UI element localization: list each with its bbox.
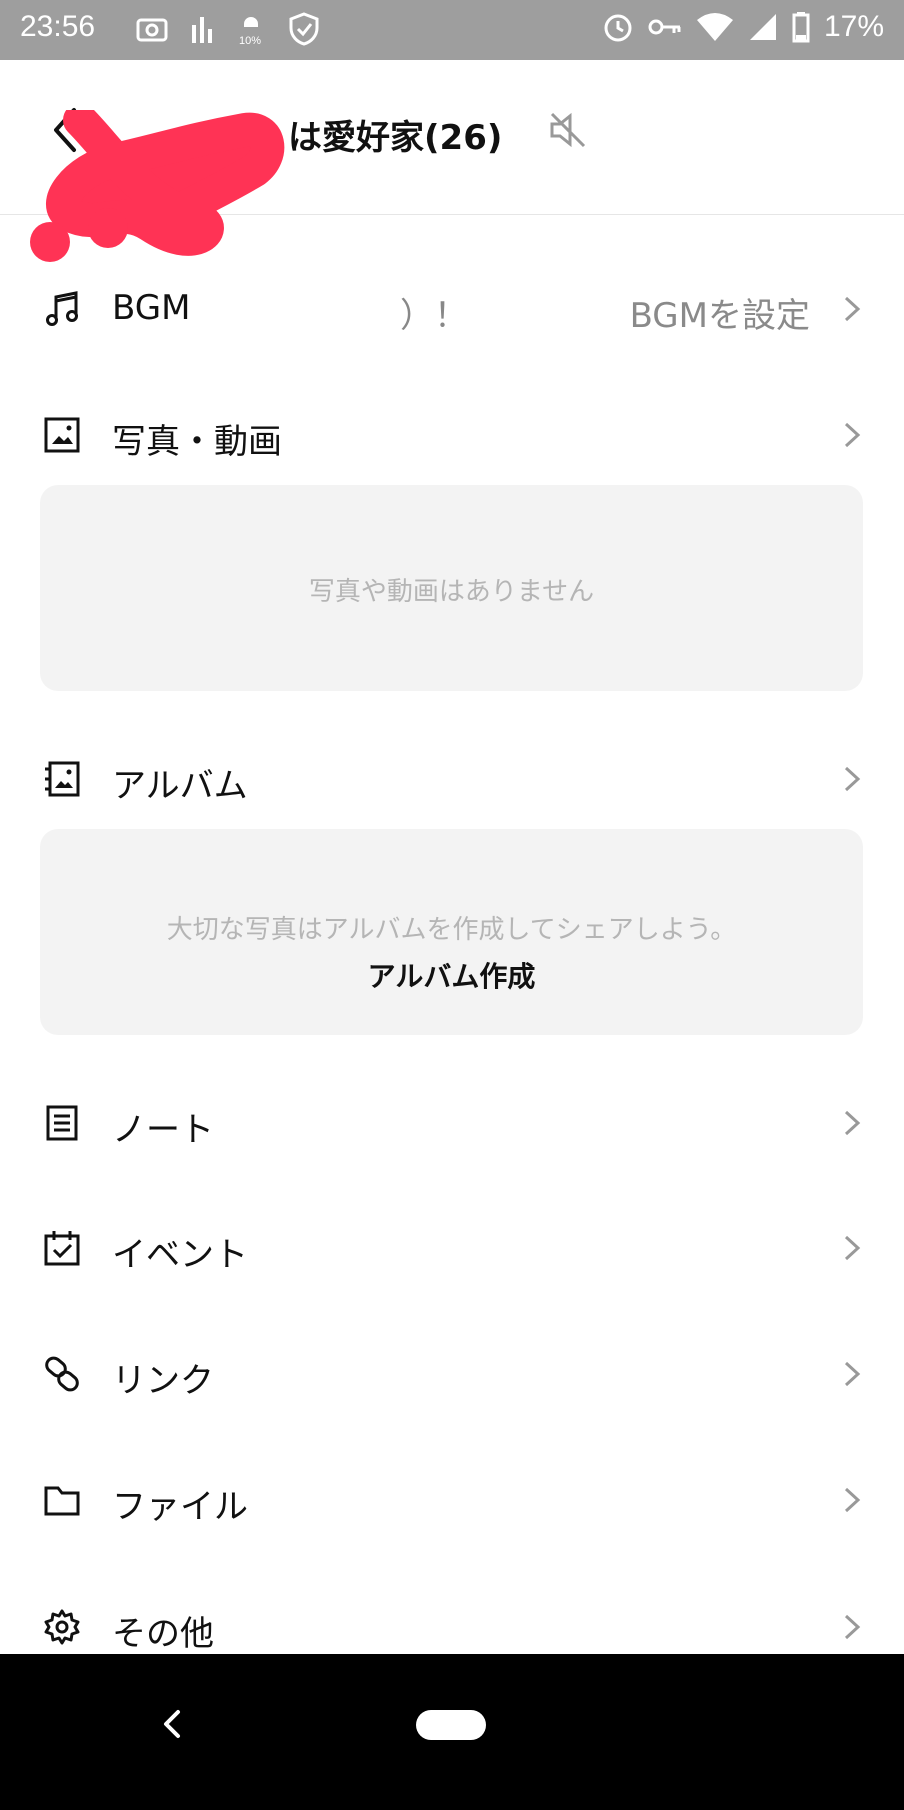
link-row[interactable]: リンク <box>0 1339 904 1409</box>
bgm-row[interactable]: BGM ）！ BGMを設定 <box>0 274 904 344</box>
note-row[interactable]: ノート <box>0 1088 904 1158</box>
file-row[interactable]: ファイル <box>0 1465 904 1535</box>
nav-home-pill[interactable] <box>416 1710 486 1740</box>
cell-signal-icon <box>749 14 776 40</box>
gear-icon <box>44 1609 80 1645</box>
system-nav-bar <box>0 1654 904 1810</box>
photos-empty-text: 写真や動画はありません <box>308 577 595 607</box>
speaker-muted-icon <box>550 112 586 148</box>
album-description: 大切な写真はアルバムを作成してシェアしよう。 <box>166 915 737 945</box>
status-icons-left: 10% <box>136 12 320 46</box>
photos-videos-row[interactable]: 写真・動画 <box>0 400 904 470</box>
note-label: ノート <box>112 1110 214 1150</box>
image-icon <box>44 417 80 453</box>
camera-icon <box>136 18 168 42</box>
album-panel: 大切な写真はアルバムを作成してシェアしよう。 アルバム作成 <box>40 829 863 1035</box>
signal-bars-icon <box>192 17 212 43</box>
link-icon <box>45 1356 79 1392</box>
svg-text:10%: 10% <box>239 35 261 46</box>
page-title: は愛好家(26) <box>288 118 503 158</box>
vpn-key-icon <box>648 19 681 35</box>
album-label: アルバム <box>112 766 248 806</box>
chevron-right-icon <box>844 1487 861 1513</box>
other-label: その他 <box>112 1614 214 1654</box>
chevron-right-icon <box>844 1361 861 1387</box>
album-row[interactable]: アルバム <box>0 744 904 814</box>
bgm-label: BGM <box>112 288 191 328</box>
link-label: リンク <box>112 1361 214 1401</box>
photos-empty-panel: 写真や動画はありません <box>40 485 863 691</box>
chevron-right-icon <box>844 422 861 448</box>
bgm-value: BGMを設定 <box>629 296 810 336</box>
status-icons-right: 17% <box>602 10 884 44</box>
file-label: ファイル <box>112 1487 248 1527</box>
chevron-right-icon <box>844 1614 861 1640</box>
shield-icon <box>289 12 319 46</box>
bgm-partial-text: ）！ <box>400 296 468 336</box>
chat-header: は愛好家(26) <box>0 60 904 262</box>
chevron-right-icon <box>844 766 861 792</box>
status-bar: 23:56 10% 17% <box>0 0 904 60</box>
album-icon <box>45 761 80 797</box>
battery-icon <box>792 12 810 43</box>
battery-percent: 17% <box>823 10 884 43</box>
chevron-right-icon <box>844 1235 861 1261</box>
data-saver-10-icon: 10% <box>239 17 261 46</box>
note-icon <box>46 1105 78 1141</box>
chevron-right-icon <box>844 296 861 322</box>
chevron-right-icon <box>844 1110 861 1136</box>
alarm-icon <box>604 14 632 42</box>
wifi-icon <box>696 13 733 41</box>
calendar-check-icon <box>44 1231 80 1266</box>
status-time: 23:56 <box>20 10 96 43</box>
redaction-scribble <box>30 110 285 262</box>
photos-videos-label: 写真・動画 <box>112 422 282 462</box>
create-album-button[interactable]: アルバム作成 <box>40 955 863 995</box>
event-label: イベント <box>112 1235 248 1275</box>
nav-back-button[interactable] <box>160 1706 184 1742</box>
folder-icon <box>44 1486 80 1516</box>
other-row[interactable]: その他 <box>0 1592 904 1662</box>
event-row[interactable]: イベント <box>0 1213 904 1283</box>
music-note-icon <box>46 291 78 326</box>
